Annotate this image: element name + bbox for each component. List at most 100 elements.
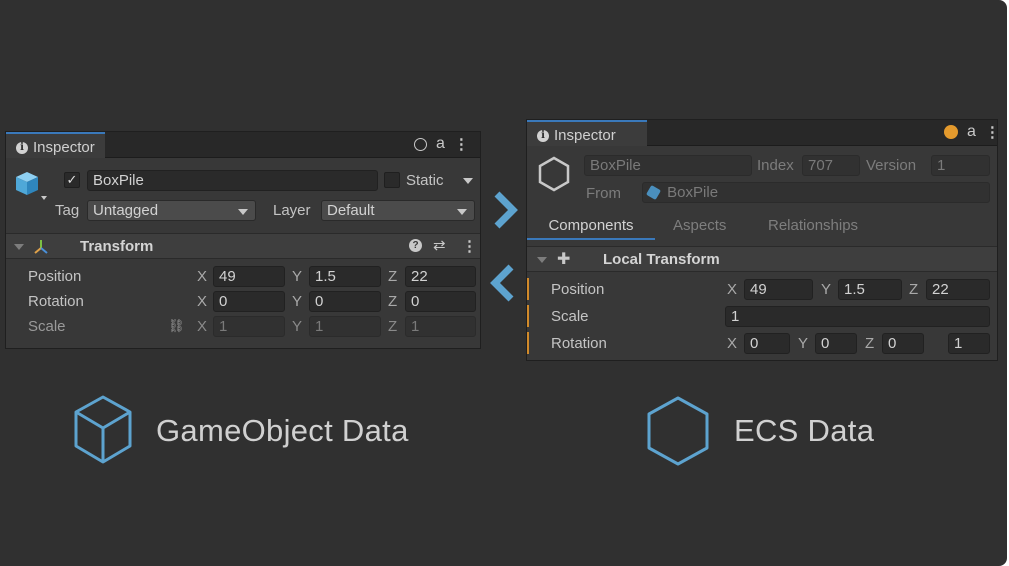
- layer-label: Layer: [273, 202, 311, 219]
- chevron-left-icon: [490, 264, 514, 302]
- layer-dropdown[interactable]: Default: [321, 200, 475, 221]
- y-axis-label: Y: [821, 281, 832, 298]
- y-axis-label: Y: [292, 293, 303, 310]
- rotation-w-input[interactable]: 1: [948, 333, 990, 354]
- scale-input[interactable]: 1: [725, 306, 990, 327]
- position-label: Position: [28, 268, 82, 285]
- position-z-input[interactable]: 22: [926, 279, 990, 300]
- static-checkbox[interactable]: [384, 172, 400, 188]
- tag-dropdown[interactable]: Untagged: [87, 200, 256, 221]
- tab-inspector-label: Inspector: [33, 139, 95, 156]
- static-dropdown-caret[interactable]: [463, 178, 473, 184]
- position-label: Position: [551, 281, 605, 298]
- rotation-label: Rotation: [551, 335, 607, 352]
- hexagon-outline-icon: [647, 396, 709, 466]
- x-axis-label: X: [197, 293, 208, 310]
- foldout-arrow-icon[interactable]: [537, 257, 547, 263]
- version-input[interactable]: 1: [931, 155, 990, 176]
- modified-indicator: [527, 278, 529, 300]
- rotation-y-input[interactable]: 0: [309, 291, 381, 312]
- tab-components[interactable]: Components: [527, 210, 655, 240]
- circle-icon[interactable]: [414, 137, 427, 151]
- tab-inspector-label: Inspector: [554, 127, 616, 144]
- stage-background: i Inspector a ⋮ ✓ BoxPile Static Tag Unt…: [0, 0, 1007, 566]
- cube-icon: [16, 172, 47, 200]
- local-transform-title: Local Transform: [603, 251, 720, 268]
- transform-axes-icon: [34, 240, 48, 254]
- position-x-input[interactable]: 49: [213, 266, 285, 287]
- cube-icon: [645, 184, 662, 201]
- ecs-data-caption: ECS Data: [734, 413, 875, 448]
- tab-inspector[interactable]: i Inspector: [527, 120, 647, 146]
- object-name-input[interactable]: BoxPile: [87, 170, 378, 191]
- info-icon: i: [16, 141, 28, 154]
- rotation-y-input[interactable]: 0: [815, 333, 857, 354]
- rotation-x-input[interactable]: 0: [213, 291, 285, 312]
- scale-label: Scale: [551, 308, 589, 325]
- tab-tools: a ⋮: [414, 135, 469, 153]
- transform-component-header[interactable]: Transform ? ⇄ ⋮: [6, 233, 480, 259]
- foldout-arrow-icon[interactable]: [14, 244, 24, 250]
- tab-relationships[interactable]: Relationships: [768, 210, 858, 240]
- static-label: Static: [406, 172, 444, 189]
- link-scale-icon[interactable]: ⛓: [168, 318, 185, 334]
- tag-dropdown-value: Untagged: [93, 202, 159, 219]
- ecs-inspector-panel: i Inspector a ⋮ BoxPile Index 707 Versio…: [526, 119, 1000, 361]
- tab-aspects[interactable]: Aspects: [673, 210, 726, 240]
- rotation-z-input[interactable]: 0: [405, 291, 476, 312]
- position-y-input[interactable]: 1.5: [838, 279, 902, 300]
- scale-y-input[interactable]: 1: [309, 316, 381, 337]
- tab-bar: i Inspector a ⋮: [527, 120, 1000, 146]
- lock-icon[interactable]: a: [436, 135, 445, 153]
- kebab-menu-icon[interactable]: ⋮: [985, 123, 1000, 141]
- kebab-menu-icon[interactable]: ⋮: [454, 135, 469, 153]
- index-input[interactable]: 707: [802, 155, 860, 176]
- scale-x-input[interactable]: 1: [213, 316, 285, 337]
- x-axis-label: X: [727, 335, 738, 352]
- kebab-menu-icon[interactable]: ⋮: [462, 237, 477, 255]
- preset-sliders-icon[interactable]: ⇄: [433, 236, 446, 254]
- index-label: Index: [757, 157, 794, 174]
- entity-name-input[interactable]: BoxPile: [584, 155, 752, 176]
- transform-title: Transform: [80, 238, 154, 255]
- z-axis-label: Z: [909, 281, 919, 298]
- tag-label: Tag: [55, 202, 80, 219]
- tab-aspects-label: Aspects: [673, 217, 727, 234]
- modified-indicator: [527, 305, 529, 327]
- hexagon-entity-icon: [538, 156, 570, 192]
- version-label: Version: [866, 157, 917, 174]
- active-checkbox[interactable]: ✓: [64, 172, 80, 188]
- from-object-value: BoxPile: [667, 184, 719, 201]
- position-x-input[interactable]: 49: [744, 279, 813, 300]
- position-z-input[interactable]: 22: [405, 266, 476, 287]
- gameobject-inspector-panel: i Inspector a ⋮ ✓ BoxPile Static Tag Unt…: [5, 131, 481, 349]
- chevron-down-icon: [457, 209, 467, 215]
- tab-tools: a ⋮: [944, 123, 1000, 141]
- gameobject-data-caption: GameObject Data: [156, 413, 409, 448]
- help-icon[interactable]: ?: [409, 239, 422, 252]
- tab-inspector[interactable]: i Inspector: [6, 132, 105, 158]
- y-axis-label: Y: [292, 268, 303, 285]
- lock-icon[interactable]: a: [967, 123, 976, 141]
- z-axis-label: Z: [388, 293, 398, 310]
- z-axis-label: Z: [388, 268, 398, 285]
- layer-dropdown-value: Default: [327, 202, 375, 219]
- rotation-z-input[interactable]: 0: [882, 333, 924, 354]
- x-axis-label: X: [727, 281, 738, 298]
- scale-z-input[interactable]: 1: [405, 316, 476, 337]
- z-axis-label: Z: [388, 318, 398, 335]
- puzzle-piece-icon: ✚: [557, 251, 571, 268]
- from-object-field[interactable]: BoxPile: [642, 182, 990, 203]
- tab-components-label: Components: [548, 217, 634, 234]
- y-axis-label: Y: [798, 335, 809, 352]
- x-axis-label: X: [197, 318, 208, 335]
- position-y-input[interactable]: 1.5: [309, 266, 381, 287]
- y-axis-label: Y: [292, 318, 303, 335]
- rotation-label: Rotation: [28, 293, 84, 310]
- chevron-down-icon: [238, 209, 248, 215]
- rotation-x-input[interactable]: 0: [744, 333, 790, 354]
- modified-indicator: [527, 332, 529, 354]
- local-transform-component-header[interactable]: ✚ Local Transform: [527, 246, 997, 272]
- cube-outline-icon: [74, 395, 132, 464]
- info-icon: i: [537, 129, 549, 142]
